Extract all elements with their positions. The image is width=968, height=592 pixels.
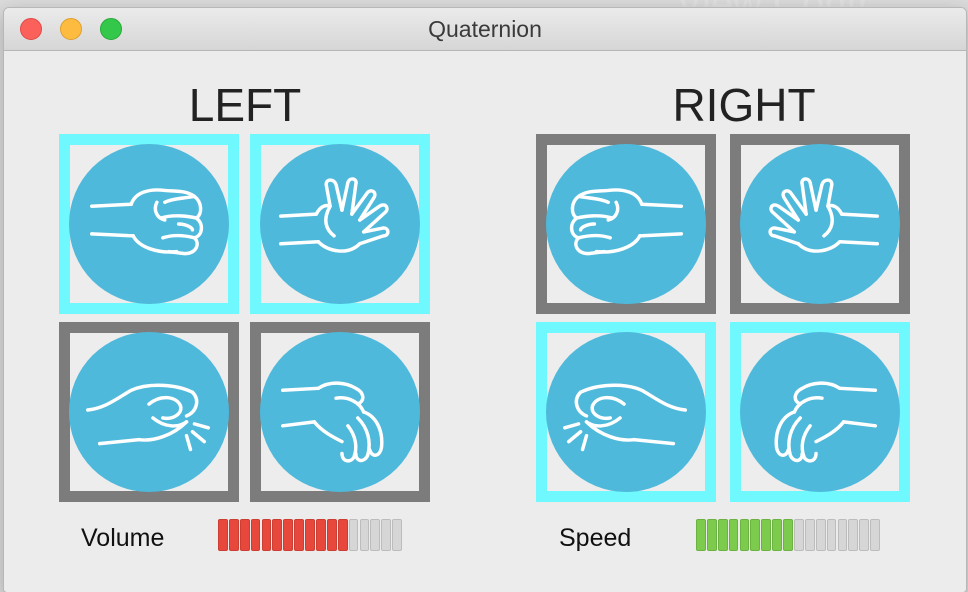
meter-segment <box>717 519 728 551</box>
meter-segment <box>261 519 272 551</box>
pinch-snap-icon <box>86 383 210 452</box>
meter-segment <box>794 519 804 551</box>
meter-segment <box>218 519 228 551</box>
pinch-snap-icon <box>563 383 687 452</box>
meter-segment <box>250 519 261 551</box>
volume-label: Volume <box>81 524 165 552</box>
meter-segment <box>696 519 706 551</box>
meter-segment <box>804 519 815 551</box>
cupped-hand-icon <box>280 381 384 463</box>
meter-segment <box>783 519 793 551</box>
open-hand-icon <box>768 177 880 253</box>
meter-segment <box>761 519 772 551</box>
meter-segment <box>283 519 294 551</box>
meter-segment <box>815 519 826 551</box>
right-heading: RIGHT <box>672 79 816 131</box>
meter-segment <box>239 519 250 551</box>
meter-segment <box>381 519 392 551</box>
title-bar[interactable]: Quaternion <box>4 8 966 51</box>
open-hand-icon <box>279 177 390 253</box>
meter-segment <box>739 519 750 551</box>
meter-segment <box>870 519 881 551</box>
meter-segment <box>772 519 783 551</box>
left-heading: LEFT <box>188 79 302 131</box>
meter-segment <box>370 519 381 551</box>
app-window: Quaternion LEFT Volume RIGHT Speed <box>3 7 967 592</box>
meter-segment <box>848 519 859 551</box>
right-fist-tile[interactable] <box>536 134 716 314</box>
speed-meter[interactable] <box>696 519 881 553</box>
meter-segment <box>294 519 305 551</box>
meter-segment <box>272 519 283 551</box>
volume-meter[interactable] <box>218 519 403 553</box>
meter-segment <box>706 519 717 551</box>
right-pinch-tile[interactable] <box>536 322 716 502</box>
left-open-hand-tile[interactable] <box>250 134 430 314</box>
meter-segment <box>348 519 359 551</box>
window-title: Quaternion <box>428 16 542 42</box>
meter-segment <box>359 519 370 551</box>
cupped-hand-icon <box>774 381 878 463</box>
meter-segment <box>392 519 403 551</box>
meter-segment <box>337 519 348 551</box>
meter-segment <box>859 519 870 551</box>
meter-segment <box>750 519 761 551</box>
left-cupped-hand-tile[interactable] <box>250 322 430 502</box>
fist-icon <box>89 188 204 256</box>
left-pinch-tile[interactable] <box>59 322 239 502</box>
meter-segment <box>826 519 837 551</box>
meter-segment <box>305 519 315 551</box>
fist-icon <box>569 188 684 256</box>
meter-segment <box>228 519 239 551</box>
meter-segment <box>326 519 337 551</box>
left-fist-tile[interactable] <box>59 134 239 314</box>
speed-label: Speed <box>559 524 632 552</box>
right-open-hand-tile[interactable] <box>730 134 910 314</box>
meter-segment <box>316 519 326 551</box>
meter-segment <box>728 519 739 551</box>
meter-segment <box>837 519 848 551</box>
right-cupped-hand-tile[interactable] <box>730 322 910 502</box>
